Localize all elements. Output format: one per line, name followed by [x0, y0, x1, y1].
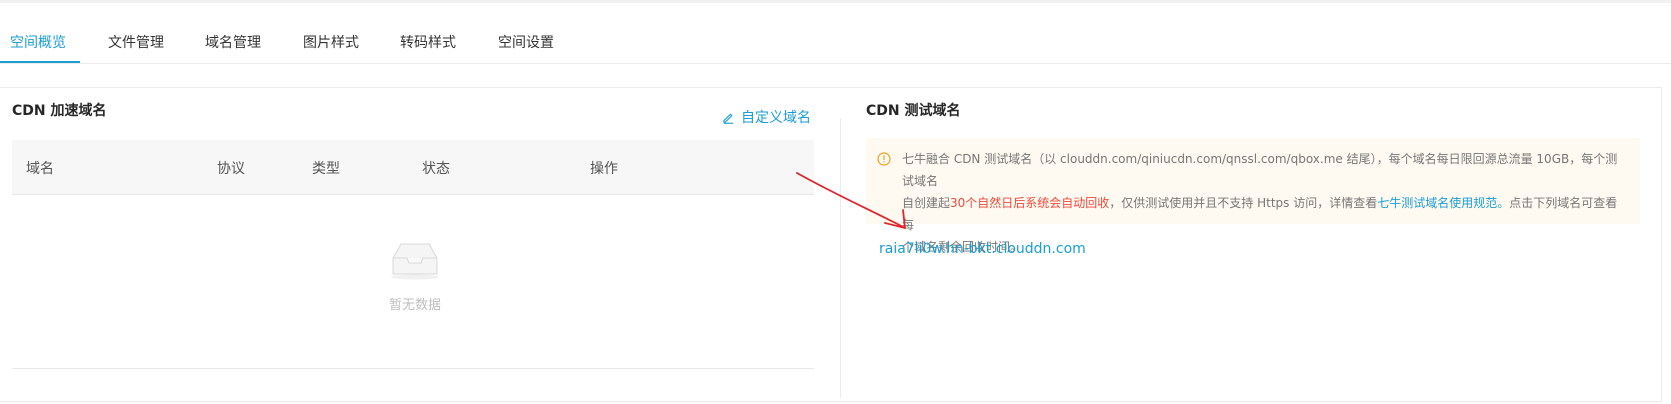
- tab-image-styles[interactable]: 图片样式: [303, 32, 359, 63]
- warning-icon: [877, 152, 891, 166]
- custom-domain-label: 自定义域名: [741, 110, 811, 126]
- edit-icon: [723, 112, 734, 124]
- test-domains-title: CDN 测试域名: [866, 103, 961, 119]
- tab-bar: 空间概览 文件管理 域名管理 图片样式 转码样式 空间设置: [0, 22, 1671, 64]
- notice-line-2: 自创建起30个自然日后系统会自动回收，仅供测试使用并且不支持 Https 访问，…: [902, 192, 1626, 236]
- top-divider: [0, 0, 1671, 3]
- col-actions: 操作: [590, 161, 618, 177]
- column-divider: [840, 118, 841, 398]
- notice-line-2-middle: ，仅供测试使用并且不支持 Https 访问，详情查看: [1109, 196, 1378, 210]
- tab-transcode-styles[interactable]: 转码样式: [400, 32, 456, 63]
- col-type: 类型: [312, 161, 340, 177]
- domain-table-header: 域名 协议 类型 状态 操作: [12, 140, 814, 195]
- test-domain-link[interactable]: raia7li0w.hn-bkt.clouddn.com: [879, 241, 1086, 257]
- overview-card: CDN 加速域名 自定义域名 域名 协议 类型 状态 操作 暂无数据 CDN 测…: [0, 87, 1662, 402]
- table-bottom-border: [12, 368, 814, 369]
- tab-domain-management[interactable]: 域名管理: [205, 32, 261, 63]
- col-domain: 域名: [26, 161, 54, 177]
- custom-domain-link[interactable]: 自定义域名: [722, 107, 811, 127]
- tab-file-management[interactable]: 文件管理: [108, 32, 164, 63]
- usage-spec-link[interactable]: 七牛测试域名使用规范。: [1377, 196, 1509, 210]
- tab-space-settings[interactable]: 空间设置: [498, 32, 554, 63]
- test-domain-notice: 七牛融合 CDN 测试域名（以 clouddn.com/qiniucdn.com…: [866, 138, 1640, 254]
- tab-space-overview[interactable]: 空间概览: [0, 32, 80, 63]
- empty-inbox-icon: [391, 243, 439, 280]
- empty-state: 暂无数据: [370, 238, 460, 313]
- cdn-domains-title: CDN 加速域名: [12, 103, 107, 119]
- col-status: 状态: [422, 161, 450, 177]
- page: 空间概览 文件管理 域名管理 图片样式 转码样式 空间设置 CDN 加速域名 自…: [0, 0, 1671, 404]
- empty-text: 暂无数据: [388, 298, 441, 313]
- auto-recycle-warning: 30个自然日后系统会自动回收: [950, 196, 1110, 210]
- notice-line-2-prefix: 自创建起: [902, 196, 951, 210]
- notice-line-1: 七牛融合 CDN 测试域名（以 clouddn.com/qiniucdn.com…: [902, 152, 1618, 188]
- col-protocol: 协议: [217, 161, 245, 177]
